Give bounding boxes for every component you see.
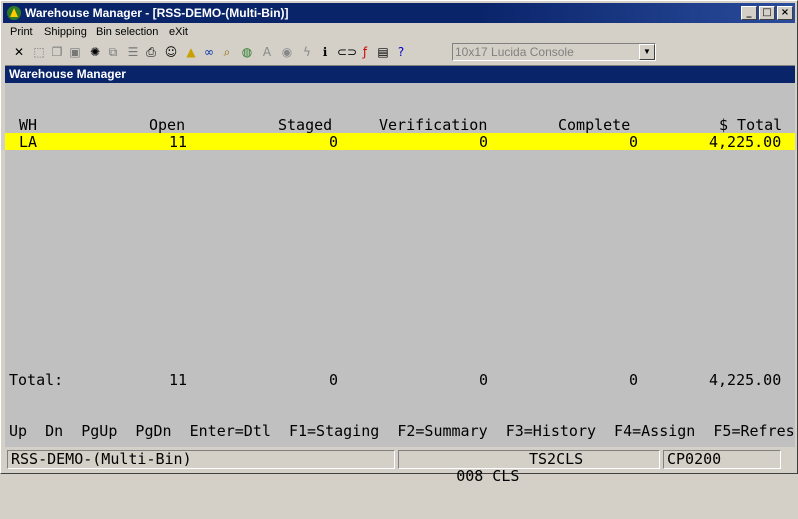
status-panel-4: CP0200	[663, 450, 781, 469]
maximize-button[interactable]: □	[759, 6, 775, 20]
cut-icon[interactable]: ✕	[11, 44, 27, 60]
app-window: Warehouse Manager - [RSS-DEMO-(Multi-Bin…	[0, 0, 798, 485]
col-header-verification: Verification	[379, 116, 488, 134]
table-row[interactable]	[5, 133, 795, 150]
menu-bar: Print Shipping Bin selection eXit	[3, 25, 795, 41]
status-lines: 008 CLS	[456, 467, 520, 485]
record-icon[interactable]: ◉	[279, 44, 295, 60]
font-select-value: 10x17 Lucida Console	[455, 45, 574, 59]
help-icon[interactable]: ?	[393, 44, 409, 60]
document-icon[interactable]: ▤	[375, 44, 391, 60]
user-icon[interactable]: ☺	[163, 44, 179, 60]
col-header-open: Open	[149, 116, 186, 134]
italic-icon[interactable]: A	[259, 44, 275, 60]
macro-icon[interactable]: ℹ	[317, 44, 333, 60]
globe-icon[interactable]: ◍	[239, 44, 255, 60]
font-select[interactable]: 10x17 Lucida Console ▼	[452, 43, 656, 61]
totals-open: 11	[169, 371, 188, 389]
app-logo-icon	[7, 6, 21, 20]
toolbar: ✕ ⬚ ❐ ▣ ✺ ⧉ ☰ ⎙ ☺ ▲ ∞ ⌕ ◍ A ◉ ϟ ℹ ⊂⊃ ƒ ▤…	[3, 41, 795, 63]
totals-complete: 0	[629, 371, 639, 389]
col-header-staged: Staged	[278, 116, 333, 134]
status-bar: RSS-DEMO-(Multi-Bin) 008 CLS TS2CLS CP02…	[5, 449, 795, 485]
menu-shipping[interactable]: Shipping	[44, 26, 87, 38]
col-header-complete: Complete	[558, 116, 631, 134]
totals-verification: 0	[479, 371, 489, 389]
totals-label: Total:	[9, 371, 64, 389]
chevron-down-icon[interactable]: ▼	[639, 44, 655, 60]
lightning-icon[interactable]: ϟ	[299, 44, 315, 60]
title-bar: Warehouse Manager - [RSS-DEMO-(Multi-Bin…	[3, 3, 795, 23]
row-complete: 0	[629, 133, 639, 151]
status-panel-2: 008 CLS TS2CLS	[398, 450, 660, 485]
col-header-total: $ Total	[719, 116, 783, 134]
row-staged: 0	[329, 133, 339, 151]
copy-icon[interactable]: ❐	[49, 44, 65, 60]
properties-icon[interactable]: ⧉	[105, 44, 121, 60]
menu-exit[interactable]: eXit	[169, 26, 188, 38]
bell-icon[interactable]: ▲	[183, 44, 199, 60]
print-icon[interactable]: ⎙	[143, 44, 159, 60]
row-verification: 0	[479, 133, 489, 151]
paste-icon[interactable]: ▣	[67, 44, 83, 60]
screen-header: Warehouse Manager	[5, 66, 795, 83]
status-session: RSS-DEMO-(Multi-Bin)	[7, 450, 395, 469]
totals-total: 4,225.00	[709, 371, 782, 389]
link-icon[interactable]: ⊂⊃	[337, 44, 357, 60]
totals-staged: 0	[329, 371, 339, 389]
row-total: 4,225.00	[709, 133, 782, 151]
select-icon[interactable]: ⬚	[31, 44, 47, 60]
col-header-wh: WH	[19, 116, 38, 134]
binoculars-icon[interactable]: ∞	[201, 44, 217, 60]
menu-print[interactable]: Print	[10, 26, 33, 38]
status-terminal: TS2CLS	[529, 450, 584, 468]
function-key-bar: Up Dn PgUp PgDn Enter=Dtl F1=Staging F2=…	[9, 422, 795, 440]
menu-bin-selection[interactable]: Bin selection	[96, 26, 158, 38]
window-title: Warehouse Manager - [RSS-DEMO-(Multi-Bin…	[25, 6, 289, 20]
minimize-button[interactable]: _	[741, 6, 757, 20]
search-icon[interactable]: ⌕	[219, 44, 235, 60]
row-wh: LA	[19, 133, 38, 151]
function-icon[interactable]: ƒ	[357, 44, 373, 60]
row-open: 11	[169, 133, 188, 151]
list-icon[interactable]: ☰	[125, 44, 141, 60]
settings-icon[interactable]: ✺	[87, 44, 103, 60]
close-button[interactable]: ×	[777, 6, 793, 20]
